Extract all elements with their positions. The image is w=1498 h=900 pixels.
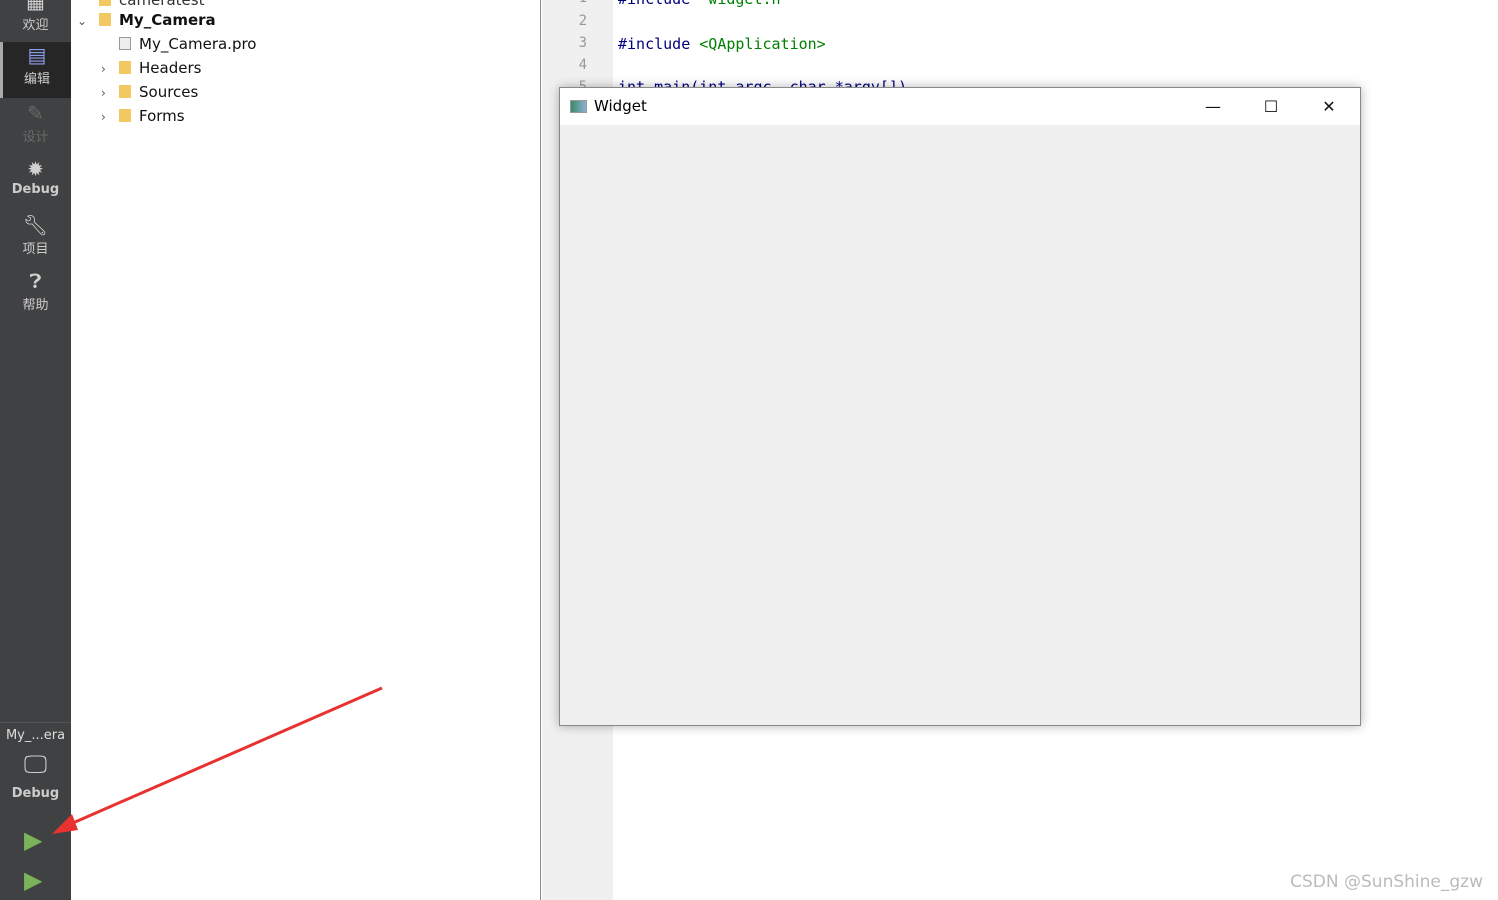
project-folder-icon — [99, 13, 111, 26]
watermark: CSDN @SunShine_gzw — [1290, 872, 1483, 892]
edit-icon: ▤ — [27, 43, 47, 67]
chevron-down-icon[interactable]: ⌄ — [77, 14, 87, 28]
tree-item-my-camera[interactable]: My_Camera — [99, 8, 216, 32]
mode-design[interactable]: ✎ 设计 — [0, 100, 71, 156]
wrench-icon: 🔧︎ — [22, 213, 49, 237]
widget-window[interactable]: Widget — ☐ ✕ — [559, 87, 1361, 726]
line-number: 1 — [579, 0, 587, 6]
app-icon — [570, 100, 587, 113]
monitor-icon[interactable]: 🖵︎ — [0, 750, 71, 778]
window-titlebar[interactable]: Widget — ☐ ✕ — [560, 88, 1360, 125]
mode-help[interactable]: ❓︎ 帮助 — [0, 268, 71, 324]
chevron-right-icon[interactable]: › — [101, 110, 106, 124]
bug-icon: ✹ — [27, 157, 44, 181]
close-button[interactable]: ✕ — [1300, 88, 1358, 125]
chevron-right-icon[interactable]: › — [101, 86, 106, 100]
minimize-button[interactable]: — — [1184, 88, 1242, 125]
tree-item-sources[interactable]: Sources — [119, 80, 198, 104]
mode-sidebar: ▦ 欢迎 ▤ 编辑 ✎ 设计 ✹ Debug 🔧︎ 项目 ❓︎ 帮助 My_...era 🖵… — [0, 0, 71, 900]
project-tree: cameratest ⌄ My_Camera My_Camera.pro › H… — [71, 0, 541, 900]
help-icon: ❓︎ — [29, 269, 42, 293]
chevron-right-icon[interactable]: › — [101, 62, 106, 76]
mode-debug[interactable]: ✹ Debug — [0, 156, 71, 212]
target-project[interactable]: My_...era — [0, 728, 71, 743]
mode-welcome[interactable]: ▦ 欢迎 — [0, 0, 71, 44]
maximize-button[interactable]: ☐ — [1242, 88, 1300, 125]
line-number: 2 — [578, 13, 587, 29]
grid-icon: ▦ — [26, 0, 45, 13]
debug-run-button[interactable]: ▶ — [24, 866, 42, 894]
pro-file-icon — [119, 37, 131, 50]
forms-folder-icon — [119, 109, 131, 122]
line-number: 4 — [578, 57, 587, 73]
window-title: Widget — [594, 97, 647, 115]
tree-item-forms[interactable]: Forms — [119, 104, 185, 128]
mode-projects[interactable]: 🔧︎ 项目 — [0, 212, 71, 268]
tree-item-headers[interactable]: Headers — [119, 56, 201, 80]
tree-item-pro-file[interactable]: My_Camera.pro — [119, 32, 257, 56]
pencil-icon: ✎ — [27, 101, 44, 125]
run-button[interactable]: ▶ — [24, 826, 42, 854]
sources-folder-icon — [119, 85, 131, 98]
mode-edit[interactable]: ▤ 编辑 — [0, 42, 71, 98]
line-number: 3 — [578, 35, 587, 51]
project-folder-icon — [99, 0, 111, 6]
target-config[interactable]: Debug — [0, 786, 71, 801]
headers-folder-icon — [119, 61, 131, 74]
